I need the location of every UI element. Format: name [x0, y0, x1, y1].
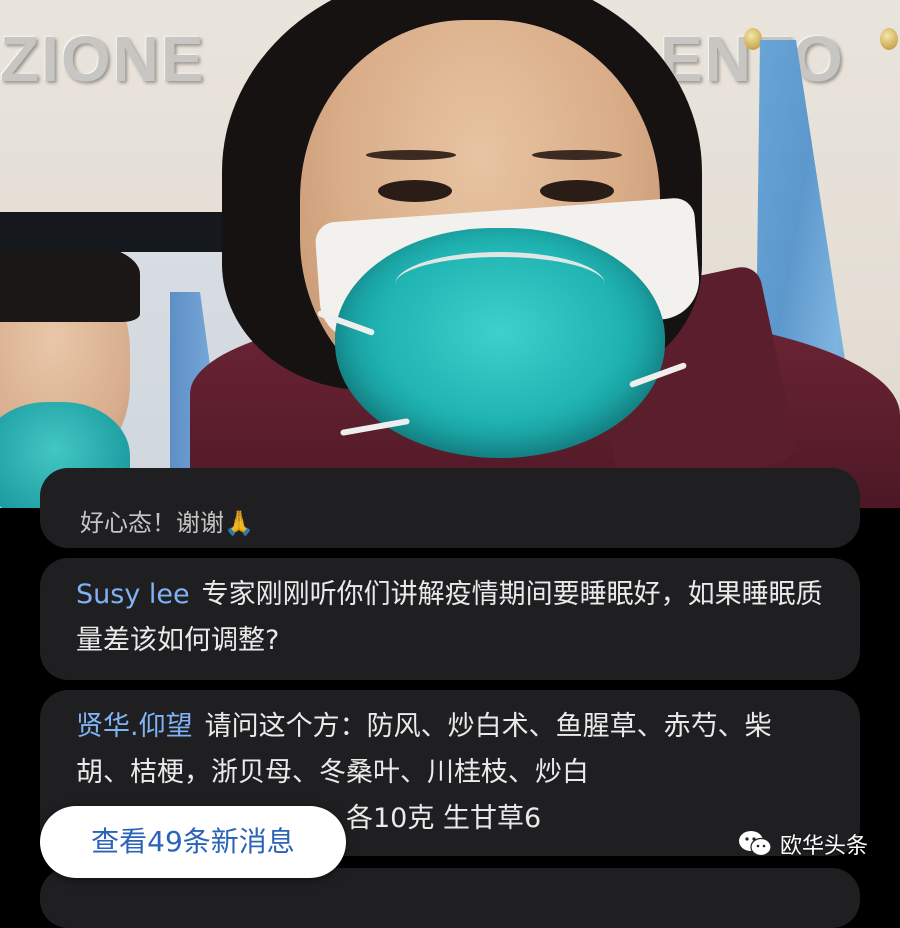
flag-pole-knob: [880, 28, 898, 50]
watermark: 欧华头条: [738, 824, 868, 864]
right-eyebrow: [532, 150, 622, 160]
view-new-messages-button[interactable]: 查看49条新消息: [40, 806, 346, 878]
watermark-text: 欧华头条: [780, 834, 869, 859]
flag-pole-knob: [744, 28, 762, 50]
mask-nose-clip: [395, 252, 605, 317]
right-eye: [540, 180, 614, 202]
comment-feed[interactable]: 好心态！谢谢🙏 Susy lee 专家刚刚听你们讲解疫情期间要睡眠好，如果睡眠质量…: [0, 468, 900, 928]
wall-text-left: ZIONE: [0, 23, 206, 95]
comment-text-fragment: 好心态！谢谢🙏: [80, 509, 254, 537]
comment-username[interactable]: Susy lee: [76, 579, 190, 610]
left-eye: [378, 180, 452, 202]
live-video-frame[interactable]: ZIONE ENTO: [0, 0, 900, 508]
left-eyebrow: [366, 150, 456, 160]
comment-bubble-previous: 好心态！谢谢🙏: [40, 468, 860, 548]
monitor-hair: [0, 252, 140, 322]
comment-username[interactable]: 贤华.仰望: [76, 711, 193, 742]
wechat-icon: [739, 831, 772, 857]
comment-bubble[interactable]: Susy lee 专家刚刚听你们讲解疫情期间要睡眠好，如果睡眠质量差该如何调整?: [40, 558, 860, 680]
